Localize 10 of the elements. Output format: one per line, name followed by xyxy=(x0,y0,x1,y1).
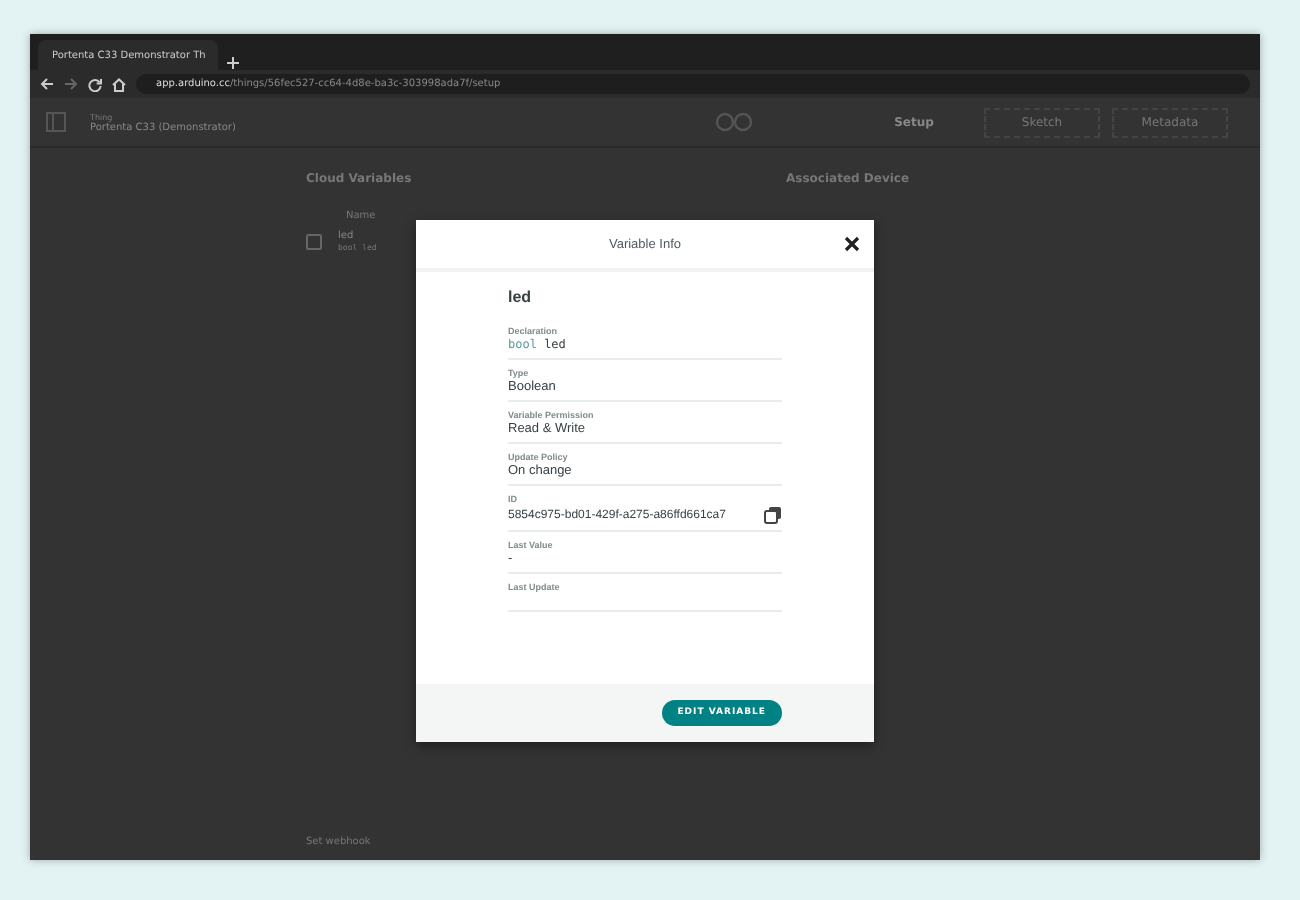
variable-name: led xyxy=(508,288,534,306)
home-icon[interactable] xyxy=(112,77,126,91)
checkbox[interactable] xyxy=(306,233,322,249)
new-tab-icon[interactable] xyxy=(226,56,240,70)
infinity-logo-icon xyxy=(714,112,754,132)
forward-icon[interactable] xyxy=(64,78,78,90)
reload-icon[interactable] xyxy=(88,77,102,91)
close-icon[interactable] xyxy=(844,236,860,252)
copy-icon[interactable] xyxy=(764,506,782,524)
back-icon[interactable] xyxy=(40,78,54,90)
